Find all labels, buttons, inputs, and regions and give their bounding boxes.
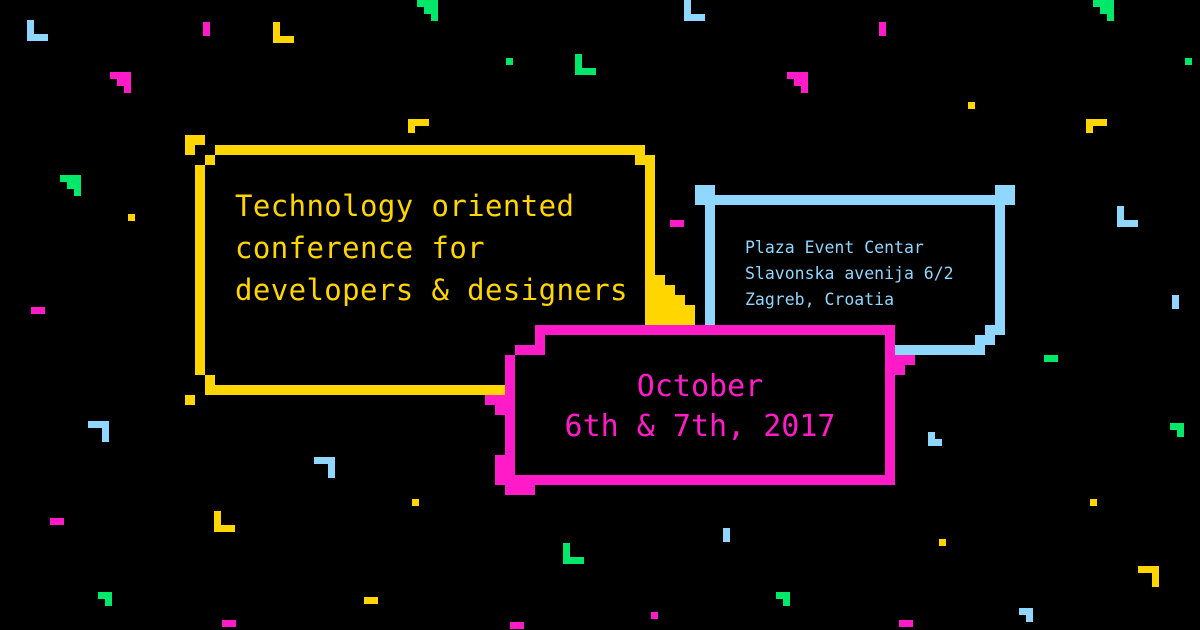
pixel-confetti-piece [1138, 566, 1159, 587]
event-date: October 6th & 7th, 2017 [505, 367, 895, 447]
pixel-confetti-piece [899, 620, 913, 627]
venue-street: Slavonska avenija 6/2 [745, 264, 954, 283]
pixel-confetti-piece [684, 0, 705, 21]
event-date-days: 6th & 7th, 2017 [564, 409, 836, 444]
pixel-confetti-piece [510, 622, 524, 629]
pixel-confetti-piece [651, 612, 658, 619]
pixel-confetti-piece [1093, 0, 1114, 21]
date-speech-bubble: October 6th & 7th, 2017 [485, 325, 915, 495]
pixel-confetti-piece [128, 214, 135, 221]
event-date-month: October [636, 369, 764, 404]
pixel-confetti-piece [364, 597, 378, 604]
pixel-confetti-piece [1044, 355, 1058, 362]
pixel-confetti-piece [50, 518, 64, 525]
tagline-text: Technology oriented conference for devel… [235, 189, 628, 307]
pixel-confetti-piece [214, 511, 235, 532]
venue-city: Zagreb, Croatia [745, 290, 895, 309]
pixel-confetti-piece [968, 102, 975, 109]
pixel-confetti-piece [506, 58, 513, 65]
pixel-confetti-piece [928, 432, 942, 446]
pixel-confetti-piece [563, 543, 584, 564]
pixel-confetti-piece [939, 539, 946, 546]
pixel-confetti-piece [412, 499, 419, 506]
pixel-confetti-piece [1086, 119, 1107, 133]
pixel-confetti-piece [1019, 608, 1033, 622]
pixel-confetti-piece [776, 592, 790, 606]
pixel-confetti-piece [273, 22, 294, 43]
pixel-confetti-piece [1090, 499, 1097, 506]
pixel-confetti-piece [408, 119, 429, 133]
pixel-confetti-piece [60, 175, 81, 196]
pixel-confetti-piece [787, 72, 808, 93]
venue-address: Plaza Event Centar Slavonska avenija 6/2… [745, 235, 954, 313]
pixel-confetti-piece [723, 528, 730, 542]
pixel-confetti-piece [27, 20, 48, 41]
pixel-confetti-piece [1185, 58, 1192, 65]
pixel-confetti-piece [1117, 206, 1138, 227]
pixel-confetti-piece [314, 457, 335, 478]
pixel-confetti-piece [203, 22, 210, 36]
pixel-confetti-piece [98, 592, 112, 606]
pixel-confetti-piece [110, 72, 131, 93]
pixel-confetti-piece [575, 54, 596, 75]
venue-name: Plaza Event Centar [745, 238, 924, 257]
pixel-confetti-piece [88, 421, 109, 442]
pixel-confetti-piece [1170, 423, 1184, 437]
pixel-confetti-piece [879, 22, 886, 36]
pixel-confetti-piece [222, 620, 236, 627]
pixel-confetti-piece [31, 307, 45, 314]
pixel-confetti-piece [417, 0, 438, 21]
pixel-confetti-piece [1172, 295, 1179, 309]
